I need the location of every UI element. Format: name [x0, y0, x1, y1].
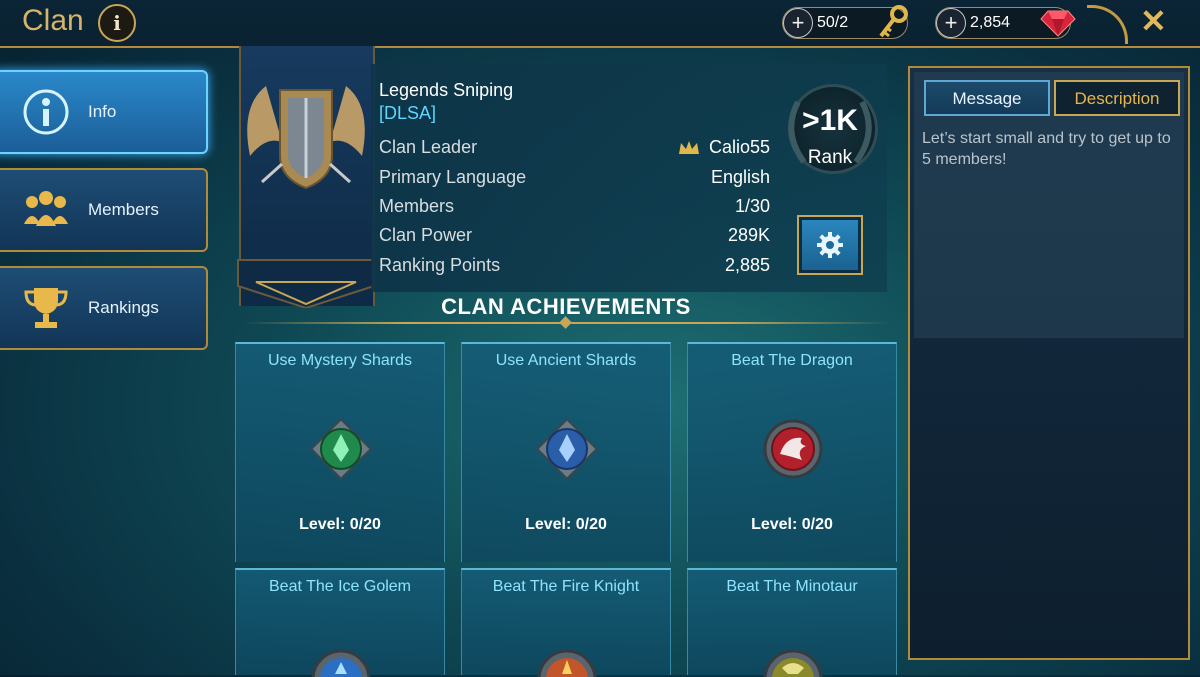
sidebar-item-label: Rankings: [88, 298, 159, 317]
primary-language-value: English: [710, 167, 770, 187]
achievement-title: Beat The Dragon: [731, 352, 853, 369]
tab-message[interactable]: Message: [924, 80, 1050, 116]
tab-description[interactable]: Description: [1054, 80, 1180, 116]
clan-emblem-icon: [237, 86, 375, 308]
clan-settings-button[interactable]: [797, 215, 863, 275]
achievement-card[interactable]: Beat The Minotaur: [687, 568, 897, 677]
members-value: 1/30: [734, 196, 770, 216]
info-tab-icon: [23, 89, 69, 135]
clan-power-label: Clan Power: [379, 225, 473, 245]
sidebar-item-members[interactable]: Members: [0, 168, 208, 252]
clan-message-text: Let’s start small and try to get up to 5…: [922, 130, 1171, 168]
page-title: Clan: [22, 4, 84, 37]
achievement-card[interactable]: Use Mystery Shards Level: 0/20: [235, 342, 445, 562]
mystery-shard-icon: [309, 417, 373, 481]
corner-ornament: [1087, 5, 1128, 44]
achievement-card[interactable]: Beat The Ice Golem: [235, 568, 445, 677]
gems-counter: + 2,854: [935, 7, 1076, 39]
clan-power-value: 289K: [727, 225, 770, 245]
minotaur-icon: [763, 649, 823, 677]
keys-counter: + 50/2: [782, 5, 908, 39]
clan-leader-label: Clan Leader: [379, 137, 478, 157]
fire-knight-icon: [537, 649, 597, 677]
clan-name: Legends Sniping: [379, 80, 514, 100]
sidebar-item-label: Info: [88, 102, 117, 121]
achievement-title: Use Ancient Shards: [495, 352, 637, 369]
achievement-title: Beat The Fire Knight: [492, 578, 640, 595]
ice-golem-icon: [311, 649, 371, 677]
ranking-points-value: 2,885: [724, 255, 770, 275]
gear-icon: [817, 232, 843, 258]
sidebar-item-label: Members: [88, 200, 159, 219]
members-icon: [24, 191, 68, 226]
achievement-level: Level: 0/20: [751, 516, 833, 533]
top-bar: Clan i + 50/2 + 2,854 ✕: [0, 0, 1200, 48]
clan-leader-value[interactable]: Calio55: [709, 137, 770, 158]
rank-label: Rank: [807, 147, 853, 168]
rank-value: >1K: [802, 104, 858, 137]
keys-value: 50/2: [817, 14, 849, 31]
sidebar-item-info[interactable]: Info: [0, 70, 208, 154]
clan-tag: [DLSA]: [379, 103, 437, 123]
achievement-level: Level: 0/20: [525, 516, 607, 533]
crown-icon: [679, 141, 699, 154]
clan-message-panel: Message Description Let’s start small an…: [908, 66, 1190, 660]
ranking-points-label: Ranking Points: [379, 255, 501, 275]
primary-language-label: Primary Language: [379, 167, 527, 187]
members-label: Members: [379, 196, 455, 216]
achievement-card[interactable]: Use Ancient Shards Level: 0/20: [461, 342, 671, 562]
achievement-title: Beat The Ice Golem: [269, 578, 411, 595]
close-icon[interactable]: ✕: [1140, 2, 1167, 40]
achievement-card[interactable]: Beat The Fire Knight: [461, 568, 671, 677]
ancient-shard-icon: [535, 417, 599, 481]
key-icon: [879, 5, 908, 38]
ruby-gem-icon: [1040, 10, 1076, 37]
sidebar-item-rankings[interactable]: Rankings: [0, 266, 208, 350]
gems-value: 2,854: [970, 14, 1011, 31]
achievement-title: Use Mystery Shards: [267, 352, 413, 369]
add-keys-button[interactable]: +: [783, 8, 813, 38]
achievement-level: Level: 0/20: [299, 516, 381, 533]
info-icon[interactable]: i: [98, 4, 136, 42]
trophy-icon: [24, 288, 68, 328]
achievement-card[interactable]: Beat The Dragon Level: 0/20: [687, 342, 897, 562]
dragon-icon: [763, 419, 823, 479]
add-gems-button[interactable]: +: [936, 8, 966, 38]
achievement-title: Beat The Minotaur: [726, 578, 858, 595]
